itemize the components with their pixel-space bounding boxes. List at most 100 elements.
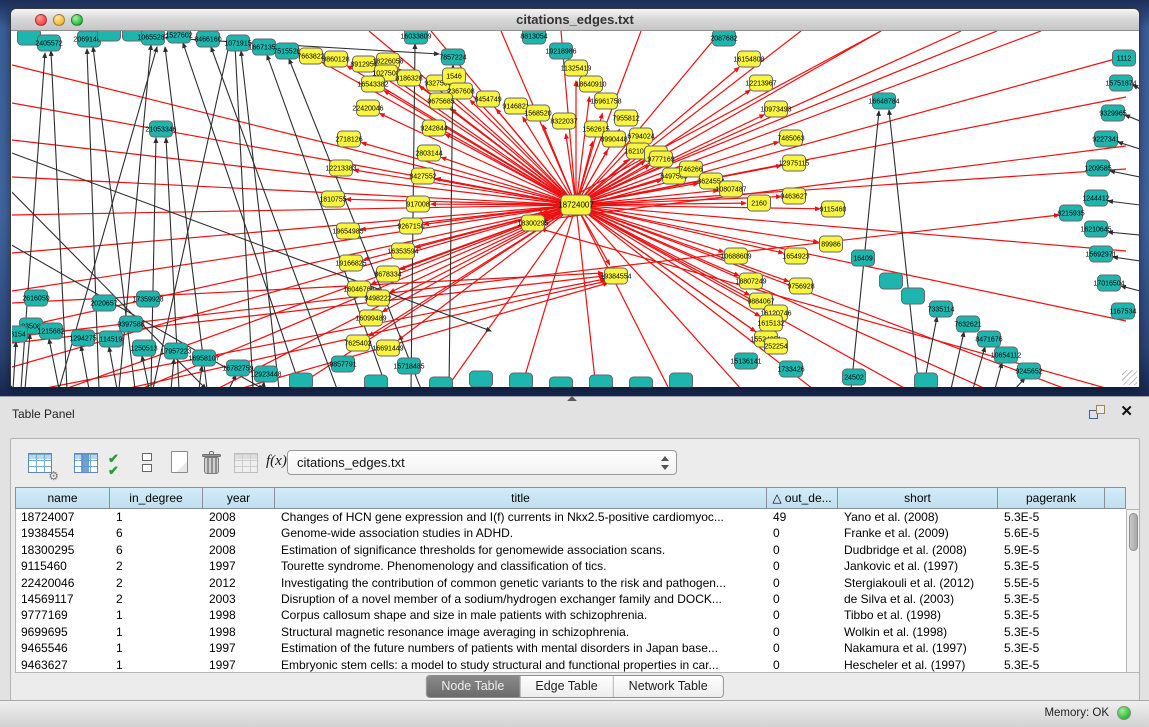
window-resize-grip[interactable] — [1122, 370, 1137, 385]
graph-node-label: 9267150 — [397, 224, 424, 231]
graph-node-label: 16033809 — [400, 34, 431, 41]
network-window-titlebar[interactable]: citations_edges.txt — [11, 9, 1139, 31]
table-cell: 9777169 — [16, 607, 111, 623]
graph-node-label: 746266 — [679, 167, 702, 174]
graph-node-label: 2020657 — [90, 301, 117, 308]
table-options-button[interactable]: ⚙ — [26, 449, 56, 479]
graph-node-label: 9675685 — [427, 99, 454, 106]
network-window-title: citations_edges.txt — [11, 12, 1139, 27]
table-cell: 18724007 — [16, 509, 111, 525]
stacked-view-button[interactable] — [136, 449, 166, 479]
column-header-year[interactable]: year — [203, 487, 275, 509]
graph-node[interactable] — [470, 371, 493, 387]
column-visibility-button[interactable] — [72, 449, 102, 479]
table-selector-combobox[interactable]: citations_edges.txt — [287, 450, 677, 475]
float-panel-icon[interactable] — [1089, 405, 1105, 419]
graph-node-label: 12923448 — [250, 372, 281, 379]
table-row[interactable]: 946362711997Embryonic stem cells: a mode… — [16, 657, 1126, 673]
table-cell: 1997 — [204, 558, 276, 574]
graph-node-label: 16958107 — [188, 356, 219, 363]
graph-node[interactable] — [550, 377, 573, 387]
network-canvas[interactable]: 2405572206914061065528715276028466160107… — [12, 31, 1139, 387]
graph-node-label: 7625402 — [344, 341, 371, 348]
column-header-title[interactable]: title — [275, 487, 767, 509]
delete-button[interactable] — [198, 449, 228, 479]
graph-node[interactable] — [630, 377, 653, 387]
graph-node[interactable] — [98, 31, 121, 41]
table-cell: Genome-wide association studies in ADHD. — [276, 525, 768, 541]
table-cell: Changes of HCN gene expression and I(f) … — [276, 509, 768, 525]
vertical-scrollbar[interactable] — [1126, 509, 1140, 673]
graph-node-label: 16648784 — [868, 99, 899, 106]
graph-edge — [235, 45, 253, 387]
table-selector-value: citations_edges.txt — [297, 455, 405, 470]
table-cell: Wolkin et al. (1998) — [839, 624, 999, 640]
graph-node-label: 15692971 — [1085, 252, 1116, 259]
graph-node[interactable] — [880, 273, 903, 289]
table-row[interactable]: 1938455462009Genome-wide association stu… — [16, 525, 1126, 541]
graph-node[interactable] — [915, 373, 938, 387]
close-panel-icon[interactable]: ✕ — [1120, 402, 1133, 420]
tab-network-table[interactable]: Network Table — [614, 676, 723, 697]
graph-node-label: 15751874 — [1105, 81, 1136, 88]
column-header-pagerank[interactable]: pagerank — [998, 487, 1105, 509]
graph-node[interactable] — [590, 375, 613, 387]
graph-node-label: 2803144 — [415, 151, 442, 158]
graph-node[interactable] — [902, 288, 925, 304]
graph-node[interactable] — [365, 375, 388, 387]
table-row[interactable]: 1872400712008Changes of HCN gene express… — [16, 509, 1126, 525]
graph-node-label: 1167534 — [1110, 309, 1137, 316]
graph-node-label: 9146821 — [502, 104, 529, 111]
column-header-in_degree[interactable]: in_degree — [110, 487, 203, 509]
new-column-button[interactable] — [166, 449, 196, 479]
graph-edge — [540, 31, 997, 217]
tab-edge-table[interactable]: Edge Table — [520, 676, 613, 697]
scrollbar-thumb[interactable] — [1129, 513, 1138, 551]
table-cell: 5.6E-5 — [999, 525, 1106, 541]
table-header-row: namein_degreeyeartitle△ out_de...shortpa… — [15, 487, 1126, 509]
column-header-name[interactable]: name — [15, 487, 110, 509]
import-table-button[interactable] — [232, 449, 262, 479]
network-view-window: citations_edges.txt 24055722069140610655… — [10, 8, 1140, 387]
table-row[interactable]: 2242004622012Investigating the contribut… — [16, 575, 1126, 591]
table-row[interactable]: 977716911998Corpus callosum shape and si… — [16, 607, 1126, 623]
table-row[interactable]: 1830029562008Estimation of significance … — [16, 542, 1126, 558]
graph-node[interactable] — [510, 373, 533, 387]
graph-node-label: 1209585 — [1084, 166, 1111, 173]
function-builder-button[interactable]: f(x) — [266, 453, 287, 470]
graph-node-label: 19218986 — [545, 49, 576, 56]
graph-node-label: 1112 — [1117, 56, 1132, 63]
table-cell: 5.5E-5 — [999, 575, 1106, 591]
graph-node-label: 19166825 — [335, 261, 366, 268]
column-header-short[interactable]: short — [838, 487, 998, 509]
graph-node-label: 9756928 — [787, 284, 814, 291]
table-row[interactable]: 1456911722003Disruption of a novel membe… — [16, 591, 1126, 607]
graph-node[interactable] — [430, 377, 453, 387]
graph-node-label: 12975115 — [779, 161, 810, 168]
table-cell: 5.9E-5 — [999, 542, 1106, 558]
table-cell: 2008 — [204, 509, 276, 525]
table-cell: Embryonic stem cells: a model to study s… — [276, 657, 768, 673]
graph-edge — [153, 45, 229, 387]
table-cell: Estimation of significance thresholds fo… — [276, 542, 768, 558]
graph-node[interactable] — [670, 373, 693, 387]
table-row[interactable]: 969969511998Structural magnetic resonanc… — [16, 624, 1126, 640]
desktop-background: citations_edges.txt 24055722069140610655… — [0, 0, 1149, 396]
graph-node-label: 9777169 — [647, 157, 674, 164]
graph-node-label: 8427552 — [409, 174, 436, 181]
graph-node-label: 16353594 — [387, 249, 418, 256]
table-row[interactable]: 911546021997Tourette syndrome. Phenomeno… — [16, 558, 1126, 574]
panel-resize-handle[interactable] — [567, 396, 577, 401]
graph-node[interactable] — [290, 373, 313, 387]
table-cell: Disruption of a novel member of a sodium… — [276, 591, 768, 607]
graph-node-label: 9242844 — [420, 126, 447, 133]
row-selection-button[interactable]: ✔ ✔ — [106, 449, 136, 479]
graph-node-label: 7663822 — [297, 54, 324, 61]
network-svg: 2405572206914061065528715276028466160107… — [12, 31, 1139, 387]
graph-node-label: 22420046 — [352, 106, 383, 113]
tab-node-table[interactable]: Node Table — [426, 676, 520, 697]
column-header-out_de[interactable]: △ out_de... — [767, 487, 838, 509]
graph-node-label: 9329965 — [1099, 111, 1126, 118]
graph-node-label: 17016504 — [1093, 281, 1124, 288]
table-row[interactable]: 946554611997Estimation of the future num… — [16, 640, 1126, 656]
